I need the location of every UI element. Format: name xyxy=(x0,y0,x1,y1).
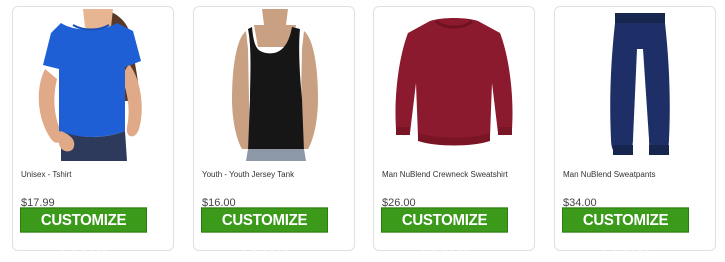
product-image-blue-tshirt[interactable] xyxy=(21,9,166,161)
product-title[interactable]: Unisex - Tshirt xyxy=(21,170,72,179)
product-card[interactable]: Man NuBlend Sweatpants $34.00 CUSTOMIZE … xyxy=(554,6,716,255)
product-title[interactable]: Youth - Youth Jersey Tank xyxy=(202,170,294,179)
customize-button[interactable]: CUSTOMIZE YOURS xyxy=(20,207,147,255)
product-image-black-tank[interactable] xyxy=(202,9,347,161)
customize-button[interactable]: CUSTOMIZE YOURS xyxy=(381,207,508,255)
product-card[interactable]: Man NuBlend Crewneck Sweatshirt $26.00 C… xyxy=(373,6,535,255)
product-title[interactable]: Man NuBlend Crewneck Sweatshirt xyxy=(382,170,508,179)
customize-button[interactable]: CUSTOMIZE YOURS xyxy=(201,207,328,255)
product-image-navy-sweatpants[interactable] xyxy=(563,9,708,161)
product-card[interactable]: Youth - Youth Jersey Tank $16.00 CUSTOMI… xyxy=(193,6,355,255)
customize-button[interactable]: CUSTOMIZE YOURS xyxy=(562,207,689,255)
product-title[interactable]: Man NuBlend Sweatpants xyxy=(563,170,656,179)
product-card[interactable]: Unisex - Tshirt $17.99 CUSTOMIZE YOURS xyxy=(12,6,174,255)
product-image-maroon-sweatshirt[interactable] xyxy=(382,9,527,161)
